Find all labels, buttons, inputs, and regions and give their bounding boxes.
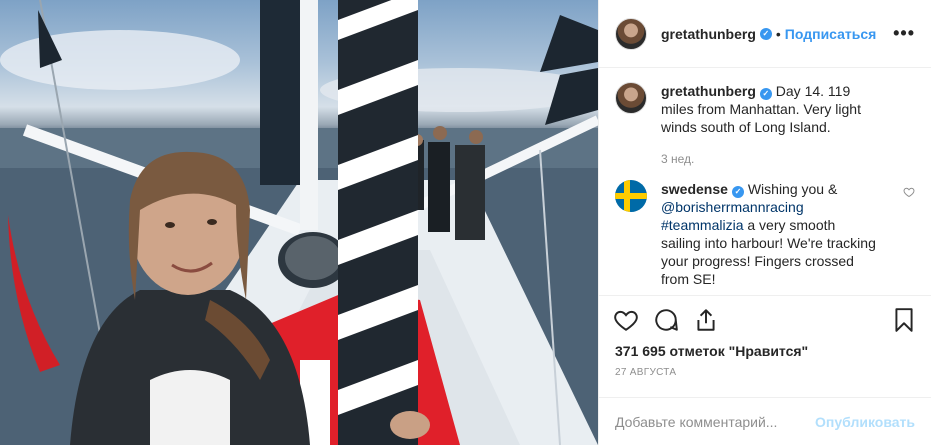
comments-list: gretathunberg ✓ Day 14. 119 miles from Ma…	[599, 68, 931, 295]
comment-hashtag-link[interactable]: #teammalizia	[661, 217, 743, 233]
verified-badge-icon: ✓	[759, 27, 772, 40]
separator-dot: •	[775, 25, 781, 42]
comment-like-heart-icon[interactable]	[903, 186, 915, 198]
author-username[interactable]: gretathunberg	[661, 26, 756, 42]
comment-mention-link[interactable]: @borisherrmannracing	[661, 199, 804, 215]
comment-body: swedense ✓ Wishing you & @borisherrmannra…	[661, 180, 876, 288]
heart-icon[interactable]	[613, 307, 639, 333]
verified-badge-icon: ✓	[759, 88, 772, 100]
post-photo[interactable]	[0, 0, 598, 445]
more-options-icon[interactable]: •••	[893, 23, 915, 44]
author-avatar[interactable]	[615, 17, 647, 50]
sailboat-scene	[0, 0, 598, 445]
share-icon[interactable]	[693, 307, 719, 333]
caption-time[interactable]: 3 нед.	[661, 152, 915, 166]
likes-count[interactable]: 371 695 отметок "Нравится"	[599, 343, 931, 363]
post-date[interactable]: 27 АВГУСТА	[599, 367, 931, 397]
verified-badge-icon: ✓	[731, 186, 744, 198]
commenter-avatar[interactable]	[615, 180, 647, 212]
follow-button[interactable]: Подписаться	[785, 26, 877, 42]
commenter-username[interactable]: swedense	[661, 181, 728, 197]
caption-body: gretathunberg ✓ Day 14. 119 miles from Ma…	[661, 82, 876, 136]
post-header: gretathunberg ✓ • Подписаться •••	[599, 0, 931, 68]
publish-button[interactable]: Опубликовать	[815, 414, 915, 430]
post-side-panel: gretathunberg ✓ • Подписаться ••• gretat…	[598, 0, 931, 445]
caption-avatar[interactable]	[615, 82, 647, 114]
comment-input[interactable]: Добавьте комментарий...	[615, 414, 777, 430]
comment-icon[interactable]	[653, 307, 679, 333]
caption: gretathunberg ✓ Day 14. 119 miles from Ma…	[615, 82, 915, 136]
add-comment-bar: Добавьте комментарий... Опубликовать	[599, 397, 931, 445]
post-actions	[599, 295, 931, 343]
comment-item: swedense ✓ Wishing you & @borisherrmannra…	[615, 180, 915, 288]
instagram-post: gretathunberg ✓ • Подписаться ••• gretat…	[0, 0, 931, 445]
caption-username[interactable]: gretathunberg	[661, 83, 756, 99]
comment-text-start: Wishing you &	[747, 181, 838, 197]
bookmark-icon[interactable]	[891, 307, 917, 333]
